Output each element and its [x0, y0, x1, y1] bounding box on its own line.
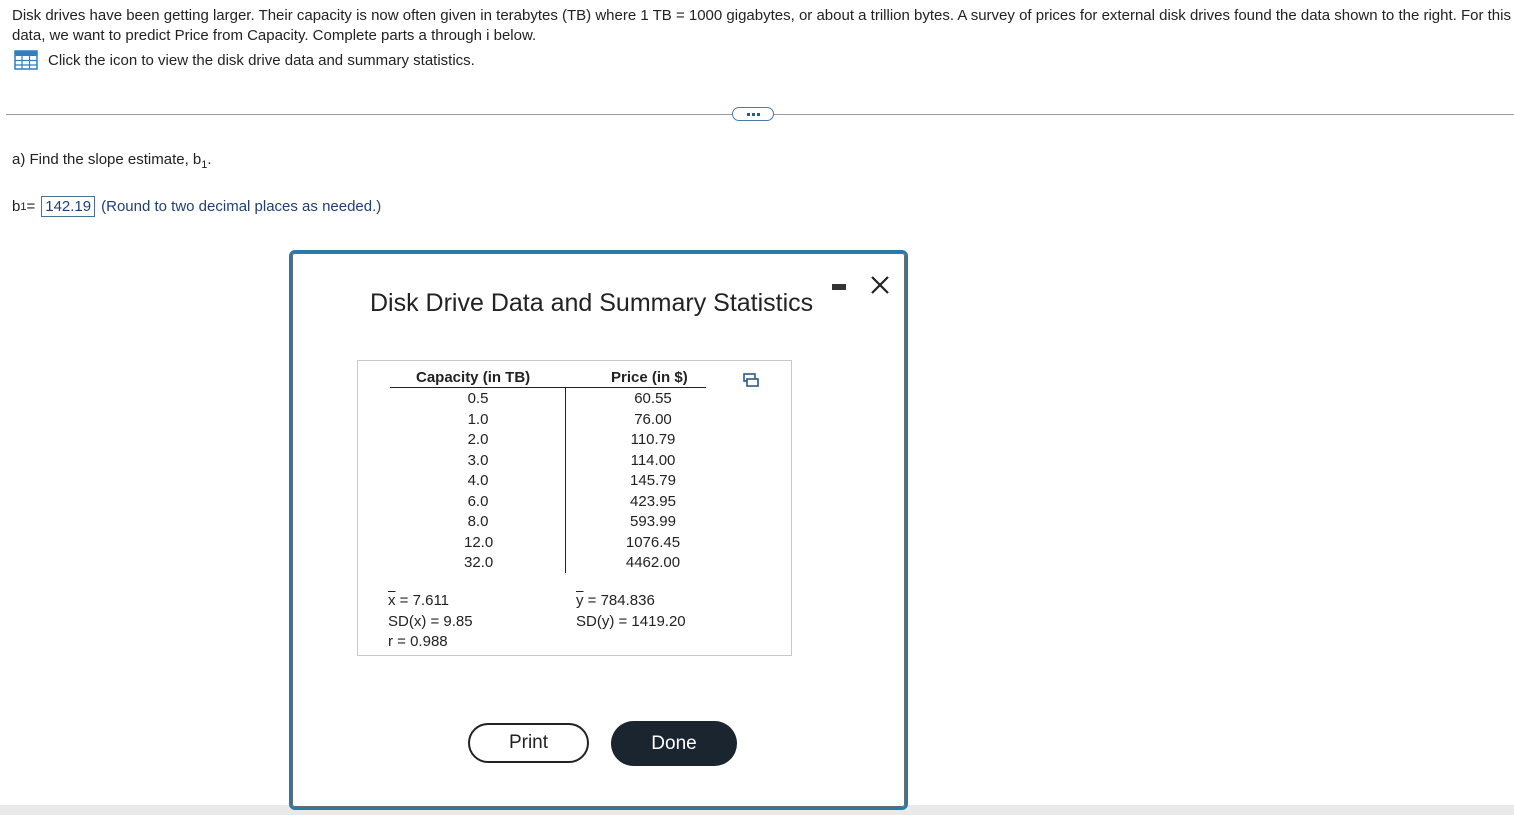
answer-row: b1 = 142.19 (Round to two decimal places… [12, 196, 382, 217]
dialog-title: Disk Drive Data and Summary Statistics [370, 289, 814, 317]
capacity-cell: 12.0 [464, 533, 494, 551]
price-cell: 114.00 [630, 451, 676, 469]
price-cell: 110.79 [630, 431, 676, 448]
print-button[interactable]: Print [468, 723, 589, 763]
x-sd-stat: SD(x) = 9.85 [388, 613, 473, 630]
capacity-cell: 8.0 [467, 513, 489, 530]
copy-icon[interactable] [743, 373, 759, 387]
capacity-cell: 1.0 [467, 410, 489, 428]
column-divider [565, 388, 566, 573]
price-column: 60.55 76.00 110.79 114.00 145.79 423.95 … [613, 389, 693, 574]
data-link-text[interactable]: Click the icon to view the disk drive da… [48, 52, 475, 69]
header-rule [390, 387, 706, 388]
data-dialog: Disk Drive Data and Summary Statistics C… [289, 250, 908, 810]
data-table-panel: Capacity (in TB) Price (in $) 0.5 1.0 2.… [357, 360, 792, 656]
data-link[interactable]: Click the icon to view the disk drive da… [14, 50, 475, 70]
problem-text: Disk drives have been getting larger. Th… [12, 7, 1511, 44]
y-sd-stat: SD(y) = 1419.20 [576, 613, 686, 630]
answer-input[interactable]: 142.19 [41, 196, 96, 217]
price-cell: 423.95 [630, 492, 676, 510]
problem-statement: Disk drives have been getting larger. Th… [12, 6, 1512, 46]
minimize-icon[interactable] [832, 284, 846, 290]
y-mean-stat: y = 784.836 [576, 592, 655, 609]
capacity-cell: 0.5 [467, 390, 489, 407]
capacity-header: Capacity (in TB) [416, 369, 531, 386]
capacity-cell: 6.0 [467, 492, 489, 510]
capacity-cell: 2.0 [467, 431, 489, 448]
correlation-stat: r = 0.988 [388, 633, 448, 650]
price-cell: 145.79 [630, 472, 676, 489]
price-cell: 60.55 [634, 390, 672, 407]
price-cell: 76.00 [634, 410, 672, 428]
ellipsis-icon[interactable] [732, 107, 774, 121]
capacity-column: 0.5 1.0 2.0 3.0 4.0 6.0 8.0 12.0 32.0 [464, 389, 494, 574]
price-cell: 4462.00 [625, 554, 681, 571]
question-a: a) Find the slope estimate, b1. [12, 151, 212, 171]
price-header: Price (in $) [611, 369, 688, 386]
table-icon[interactable] [14, 50, 38, 70]
done-button[interactable]: Done [611, 721, 737, 766]
answer-label: b [12, 198, 21, 215]
price-cell: 593.99 [630, 513, 676, 530]
capacity-cell: 32.0 [464, 554, 494, 571]
capacity-cell: 4.0 [467, 472, 489, 489]
close-icon[interactable] [868, 273, 892, 297]
capacity-cell: 3.0 [467, 451, 489, 469]
rounding-hint: (Round to two decimal places as needed.) [101, 198, 382, 215]
price-cell: 1076.45 [625, 533, 681, 551]
x-mean-stat: x = 7.611 [388, 592, 450, 609]
